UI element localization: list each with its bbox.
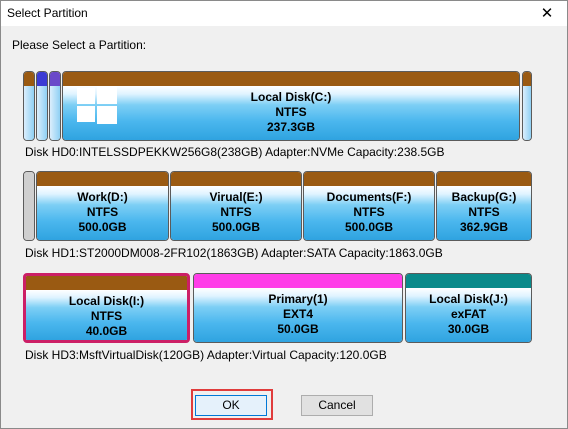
close-icon[interactable]: ✕ xyxy=(527,1,567,26)
partition-d[interactable]: Work(D:) NTFS 500.0GB xyxy=(36,171,169,241)
partition-header xyxy=(37,172,168,187)
partition-name: Work(D:) xyxy=(77,190,128,204)
prompt-text: Please Select a Partition: xyxy=(12,38,147,52)
partition-header xyxy=(171,172,301,187)
partition-e[interactable]: Virual(E:) NTFS 500.0GB xyxy=(170,171,302,241)
partition-g[interactable]: Backup(G:) NTFS 362.9GB xyxy=(436,171,532,241)
partition-name: Primary(1) xyxy=(268,292,328,306)
cancel-button[interactable]: Cancel xyxy=(301,395,373,416)
partition-header xyxy=(437,172,531,187)
disk-info-hd3: Disk HD3:MsftVirtualDisk(120GB) Adapter:… xyxy=(25,348,387,362)
partition-body xyxy=(523,86,531,140)
partition-label: Local Disk(C:) NTFS 237.3GB xyxy=(63,90,519,135)
partition-label: Primary(1) EXT4 50.0GB xyxy=(194,292,402,337)
partition-label: Work(D:) NTFS 500.0GB xyxy=(37,190,168,235)
partition-fs: NTFS xyxy=(275,105,307,119)
disk-info-hd0: Disk HD0:INTELSSDPEKKW256G8(238GB) Adapt… xyxy=(25,145,445,159)
partition-header xyxy=(63,72,519,87)
partition-header xyxy=(50,72,60,87)
partition-label: Virual(E:) NTFS 500.0GB xyxy=(171,190,301,235)
disk-info-hd1: Disk HD1:ST2000DM008-2FR102(1863GB) Adap… xyxy=(25,246,443,260)
ok-button[interactable]: OK xyxy=(195,395,267,416)
hd0-trailing-partition[interactable] xyxy=(522,71,532,141)
partition-fs: EXT4 xyxy=(282,307,313,321)
partition-fs: NTFS xyxy=(468,205,500,219)
partition-primary-1[interactable]: Primary(1) EXT4 50.0GB xyxy=(193,273,403,343)
partition-name: Local Disk(J:) xyxy=(429,292,508,306)
partition-fs: NTFS xyxy=(86,205,119,219)
partition-c[interactable]: Local Disk(C:) NTFS 237.3GB xyxy=(62,71,520,141)
partition-label: Local Disk(J:) exFAT 30.0GB xyxy=(406,292,531,337)
partition-header xyxy=(523,72,531,87)
partition-f[interactable]: Documents(F:) NTFS 500.0GB xyxy=(303,171,435,241)
partition-header xyxy=(194,274,402,289)
partition-body xyxy=(50,86,60,140)
partition-size: 40.0GB xyxy=(85,324,128,338)
partition-name: Documents(F:) xyxy=(326,190,412,204)
partition-j[interactable]: Local Disk(J:) exFAT 30.0GB xyxy=(405,273,532,343)
partition-body xyxy=(37,86,47,140)
partition-fs: NTFS xyxy=(220,205,252,219)
partition-size: 362.9GB xyxy=(459,220,509,234)
partition-header xyxy=(37,72,47,87)
dialog-title: Select Partition xyxy=(7,6,88,20)
select-partition-dialog: Select Partition ✕ Please Select a Parti… xyxy=(0,0,568,429)
hd0-reserved-partition-3[interactable] xyxy=(49,71,61,141)
partition-label: Documents(F:) NTFS 500.0GB xyxy=(304,190,434,235)
partition-header xyxy=(26,276,187,291)
partition-size: 50.0GB xyxy=(277,322,319,336)
title-bar: Select Partition ✕ xyxy=(1,1,567,26)
partition-fs: NTFS xyxy=(353,205,385,219)
partition-name: Virual(E:) xyxy=(209,190,263,204)
partition-label: Backup(G:) NTFS 362.9GB xyxy=(437,190,531,235)
partition-name: Backup(G:) xyxy=(451,190,517,204)
partition-header xyxy=(24,72,34,87)
partition-body xyxy=(24,86,34,140)
partition-size: 500.0GB xyxy=(344,220,394,234)
partition-body xyxy=(24,180,34,240)
hd0-reserved-partition-2[interactable] xyxy=(36,71,48,141)
hd0-reserved-partition-1[interactable] xyxy=(23,71,35,141)
partition-size: 500.0GB xyxy=(211,220,261,234)
partition-header xyxy=(406,274,531,289)
partition-fs: NTFS xyxy=(90,309,123,323)
partition-size: 237.3GB xyxy=(266,120,316,134)
partition-fs: exFAT xyxy=(450,307,487,321)
partition-size: 30.0GB xyxy=(447,322,490,336)
partition-name: Local Disk(I:) xyxy=(68,294,145,308)
partition-header xyxy=(304,172,434,187)
partition-name: Local Disk(C:) xyxy=(250,90,332,104)
partition-label: Local Disk(I:) NTFS 40.0GB xyxy=(26,294,187,339)
partition-size: 500.0GB xyxy=(78,220,127,234)
hd1-unallocated-partition[interactable] xyxy=(23,171,35,241)
partition-i[interactable]: Local Disk(I:) NTFS 40.0GB xyxy=(23,273,190,343)
